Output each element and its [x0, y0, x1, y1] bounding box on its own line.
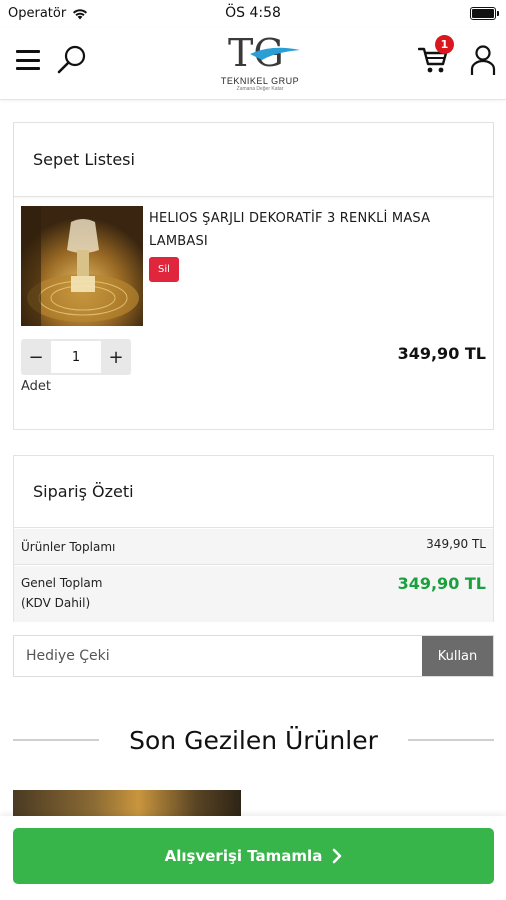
logo-brand-text: TEKNIKEL GRUP [220, 76, 300, 86]
app-header: TG TEKNIKEL GRUP Zamana Değer Katar 1 [0, 28, 506, 100]
grand-total-row: Genel Toplam (KDV Dahil) 349,90 TL [14, 566, 493, 622]
divider-right [407, 739, 494, 741]
gift-voucher: Kullan [13, 635, 494, 677]
status-time: ÖS 4:58 [225, 5, 281, 21]
battery-icon [470, 7, 499, 20]
grand-total-label-vat: (KDV Dahil) [21, 596, 91, 610]
summary-title: Sipariş Özeti [33, 482, 134, 501]
summary-header: Sipariş Özeti [14, 456, 493, 528]
item-price: 349,90 TL [397, 344, 486, 363]
products-total-row: Ürünler Toplamı 349,90 TL [14, 529, 493, 565]
basket-title: Sepet Listesi [33, 150, 135, 169]
recent-products-title: Son Gezilen Ürünler [129, 725, 378, 755]
logo-mark: TG [228, 31, 300, 75]
chevron-right-icon [333, 848, 342, 864]
brand-logo[interactable]: TG TEKNIKEL GRUP Zamana Değer Katar [210, 30, 310, 96]
checkout-label: Alışverişi Tamamla [164, 847, 323, 865]
delete-button[interactable]: Sil [149, 257, 179, 282]
products-total-value: 349,90 TL [426, 537, 486, 551]
grand-total-value: 349,90 TL [397, 574, 486, 593]
increment-button[interactable]: + [101, 347, 131, 368]
lamp-photo [21, 206, 143, 326]
menu-icon[interactable] [16, 50, 40, 70]
status-bar: Operatör ÖS 4:58 [0, 0, 506, 28]
quantity-label: Adet [21, 379, 52, 394]
products-total-label: Ürünler Toplamı [21, 540, 116, 554]
basket-header: Sepet Listesi [14, 123, 493, 197]
decrement-button[interactable]: − [21, 347, 51, 368]
logo-slogan: Zamana Değer Katar [236, 86, 284, 92]
product-name[interactable]: HELIOS ŞARJLI DEKORATİF 3 RENKLİ MASA LA… [149, 207, 484, 253]
recent-products-heading: Son Gezilen Ürünler [13, 720, 494, 760]
search-icon[interactable] [56, 44, 88, 76]
apply-voucher-button[interactable]: Kullan [422, 636, 493, 676]
checkout-bar: Alışverişi Tamamla [0, 816, 506, 900]
user-icon[interactable] [470, 44, 496, 76]
cart-count-badge: 1 [435, 35, 454, 54]
checkout-button[interactable]: Alışverişi Tamamla [13, 828, 494, 884]
product-image[interactable] [21, 206, 143, 326]
gift-voucher-input[interactable] [14, 636, 422, 676]
quantity-stepper: − 1 + [21, 339, 131, 375]
basket-card: Sepet Listesi HELIOS ŞARJLI DEKORATİF 3 … [13, 122, 494, 430]
grand-total-label-main: Genel Toplam [21, 576, 103, 590]
divider-left [13, 739, 100, 741]
grand-total-label: Genel Toplam (KDV Dahil) [21, 573, 102, 613]
quantity-value[interactable]: 1 [51, 341, 101, 373]
order-summary-card: Sipariş Özeti Ürünler Toplamı 349,90 TL … [13, 455, 494, 622]
